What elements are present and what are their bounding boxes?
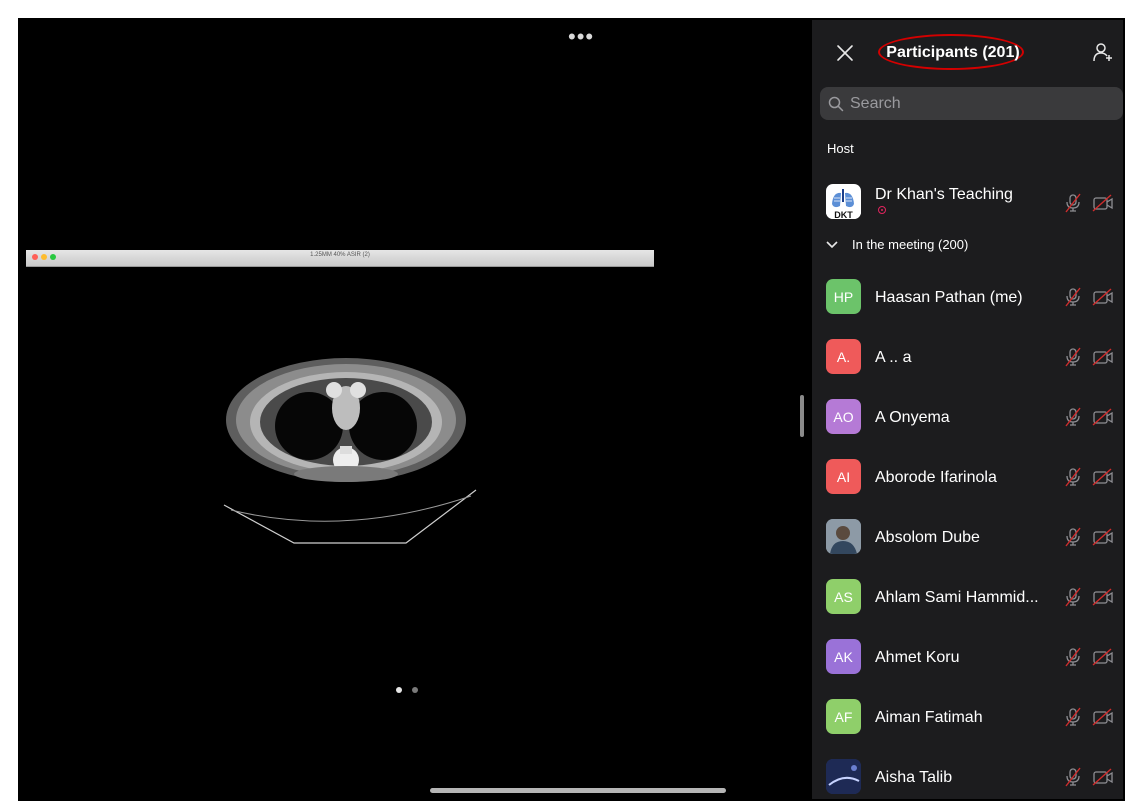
participant-avatar: AI [826, 459, 861, 494]
panel-title: Participants (201) [886, 44, 1020, 61]
meeting-window: ••• 1.25MM 40% ASIR (2) Participants (20… [18, 18, 1125, 801]
host-name: Dr Khan's Teaching [875, 186, 1013, 203]
participant-avatar: A. [826, 339, 861, 374]
shared-viewer-titlebar: 1.25MM 40% ASIR (2) [26, 250, 654, 267]
camera-off-icon[interactable] [1092, 528, 1114, 546]
chevron-down-icon [826, 240, 838, 248]
participant-avatar [826, 519, 861, 554]
participant-row[interactable]: A. A .. a [812, 327, 1123, 387]
svg-text:DKT: DKT [834, 210, 853, 219]
home-indicator[interactable] [430, 788, 726, 793]
participant-avatar: AS [826, 579, 861, 614]
camera-off-icon[interactable] [1092, 588, 1114, 606]
participant-name: A .. a [875, 349, 912, 366]
camera-off-icon[interactable] [1092, 768, 1114, 786]
search-icon [828, 96, 844, 111]
participant-name: Absolom Dube [875, 529, 980, 546]
participant-row[interactable]: AI Aborode Ifarinola [812, 447, 1123, 507]
camera-off-icon[interactable] [1092, 288, 1114, 306]
mic-muted-icon[interactable] [1064, 527, 1082, 547]
more-options-icon[interactable]: ••• [568, 26, 594, 48]
participant-name: Aisha Talib [875, 769, 953, 786]
page-dot[interactable] [412, 687, 418, 693]
participant-row[interactable]: AS Ahlam Sami Hammid... [812, 567, 1123, 627]
participant-name: A Onyema [875, 409, 950, 426]
page-indicator[interactable] [396, 680, 428, 698]
participant-name: Aiman Fatimah [875, 709, 983, 726]
participant-row[interactable]: AK Ahmet Koru [812, 627, 1123, 687]
participant-row[interactable]: AO A Onyema [812, 387, 1123, 447]
participant-avatar: AF [826, 699, 861, 734]
participant-row[interactable]: AF Aiman Fatimah [812, 687, 1123, 747]
mic-muted-icon[interactable] [1064, 347, 1082, 367]
in-meeting-section-toggle[interactable]: In the meeting (200) [826, 237, 968, 252]
participant-avatar: AO [826, 399, 861, 434]
participant-name: Ahlam Sami Hammid... [875, 589, 1039, 606]
participant-row[interactable]: HP Haasan Pathan (me) [812, 267, 1123, 327]
section-label: In the meeting (200) [852, 237, 969, 252]
close-icon[interactable] [834, 42, 856, 64]
search-input[interactable] [848, 93, 1112, 114]
recording-icon [878, 206, 886, 214]
host-section-label: Host [827, 141, 854, 156]
mic-muted-icon[interactable] [1064, 193, 1082, 213]
participants-panel: Participants (201) Host [812, 20, 1123, 799]
page-dot-active[interactable] [396, 687, 402, 693]
camera-off-icon[interactable] [1092, 708, 1114, 726]
camera-off-icon[interactable] [1092, 348, 1114, 366]
camera-off-icon[interactable] [1092, 408, 1114, 426]
participant-avatar: AK [826, 639, 861, 674]
mic-muted-icon[interactable] [1064, 647, 1082, 667]
viewer-window-title: 1.25MM 40% ASIR (2) [310, 252, 370, 258]
profile-photo [826, 519, 861, 554]
mic-muted-icon[interactable] [1064, 767, 1082, 787]
participant-avatar: HP [826, 279, 861, 314]
participant-avatar [826, 759, 861, 794]
participant-row[interactable]: Aisha Talib [812, 747, 1123, 799]
add-participant-icon[interactable] [1092, 41, 1114, 63]
host-avatar: DKT [826, 184, 861, 219]
participant-name: Ahmet Koru [875, 649, 960, 666]
split-view-handle[interactable] [800, 395, 804, 437]
mic-muted-icon[interactable] [1064, 467, 1082, 487]
host-row[interactable]: DKT Dr Khan's Teaching [812, 172, 1123, 232]
profile-photo [826, 759, 861, 794]
lungs-logo-icon: DKT [826, 189, 861, 219]
search-box[interactable] [820, 87, 1123, 120]
camera-off-icon[interactable] [1092, 194, 1114, 212]
ct-scan-image [223, 358, 477, 544]
participant-name: Haasan Pathan (me) [875, 289, 1023, 306]
participant-name: Aborode Ifarinola [875, 469, 997, 486]
camera-off-icon[interactable] [1092, 468, 1114, 486]
mic-muted-icon[interactable] [1064, 407, 1082, 427]
mic-muted-icon[interactable] [1064, 587, 1082, 607]
shared-screen[interactable]: ••• 1.25MM 40% ASIR (2) [20, 20, 810, 799]
participant-row[interactable]: Absolom Dube [812, 507, 1123, 567]
mic-muted-icon[interactable] [1064, 707, 1082, 727]
mic-muted-icon[interactable] [1064, 287, 1082, 307]
camera-off-icon[interactable] [1092, 648, 1114, 666]
